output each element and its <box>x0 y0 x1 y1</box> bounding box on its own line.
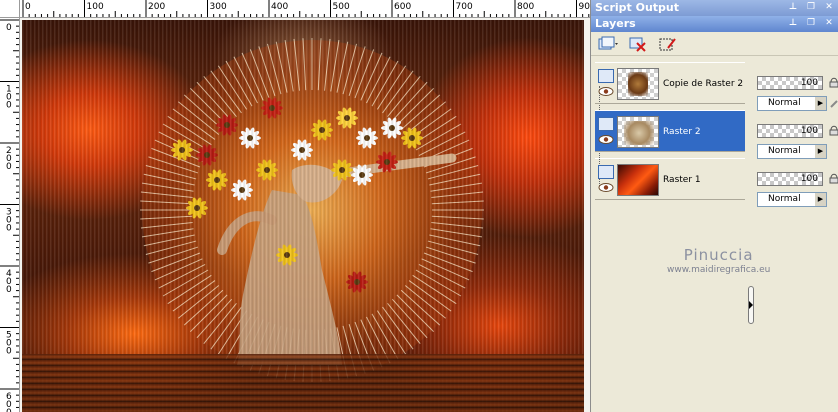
layer-thumbnail <box>617 164 659 196</box>
restore-icon[interactable]: ❐ <box>806 18 816 29</box>
ruler-label: 0 <box>6 347 12 357</box>
opacity-slider[interactable]: 100 <box>757 124 823 138</box>
watermark-url: www.maidiregrafica.eu <box>667 265 771 275</box>
ruler-label: 400 <box>271 2 288 12</box>
watermark: Pinuccia www.maidiregrafica.eu <box>667 246 770 275</box>
ruler-label: 800 <box>517 2 534 12</box>
close-icon[interactable]: ✕ <box>824 2 834 13</box>
canvas-image[interactable] <box>22 20 584 412</box>
layer-name: Copie de Raster 2 <box>663 79 744 89</box>
horizontal-ruler-ticks: 0 100 200 300 400 500 600 700 800 900 <box>22 0 591 17</box>
opacity-value: 100 <box>800 78 818 88</box>
opacity-slider[interactable]: 100 <box>757 76 823 90</box>
opacity-value: 100 <box>800 126 818 136</box>
layers-toolbar <box>591 32 838 56</box>
document-canvas-area: 0 100 200 300 400 500 600 700 800 900 0 100 200 300 4… <box>0 0 590 412</box>
ruler-label: 100 <box>87 2 104 12</box>
ruler-label: 0 <box>6 224 12 234</box>
layer-properties-raster-1: 100 Normal ▶ <box>755 162 838 210</box>
restore-icon[interactable]: ❐ <box>806 2 816 13</box>
blend-mode-value: Normal <box>768 98 801 108</box>
layer-name: Raster 1 <box>663 175 701 185</box>
ruler-label: 0 <box>6 408 12 412</box>
blend-mode-select[interactable]: Normal ▶ <box>757 192 827 207</box>
script-output-title-bar[interactable]: Script Output ⊥ ❐ ✕ <box>591 0 838 16</box>
app-window: 0 100 200 300 400 500 600 700 800 900 0 100 200 300 4… <box>0 0 838 412</box>
lock-icon[interactable] <box>829 76 838 88</box>
layer-row-raster-1[interactable]: Raster 1 <box>595 158 745 200</box>
panel-splitter-handle[interactable] <box>748 286 754 324</box>
blend-mode-select[interactable]: Normal ▶ <box>757 96 827 111</box>
ruler-label: 0 <box>6 101 12 111</box>
layer-properties-copie-de-raster-2: 100 Normal ▶ <box>755 66 838 114</box>
image-water-reflection <box>22 354 584 412</box>
lock-icon[interactable] <box>829 124 838 136</box>
ruler-label: 200 <box>148 2 165 12</box>
close-icon[interactable]: ✕ <box>824 18 834 29</box>
visibility-eye-icon[interactable] <box>598 135 614 144</box>
visibility-eye-icon[interactable] <box>598 87 614 96</box>
raster-layer-icon <box>598 69 614 83</box>
layer-name: Raster 2 <box>663 127 701 137</box>
layer-properties-raster-2: 100 Normal ▶ <box>755 114 838 162</box>
ruler-label: 900 <box>579 2 591 12</box>
collapse-arrow-icon <box>749 301 753 309</box>
horizontal-ruler: 0 100 200 300 400 500 600 700 800 900 <box>20 0 590 18</box>
ruler-label: 300 <box>210 2 227 12</box>
vertical-ruler-ticks: 0100200300400500600 <box>0 19 19 412</box>
blend-mode-value: Normal <box>768 194 801 204</box>
chevron-right-icon[interactable]: ▶ <box>815 145 826 158</box>
delete-layer-icon <box>629 37 646 52</box>
visibility-eye-icon[interactable] <box>598 183 614 192</box>
layer-row-copie-de-raster-2[interactable]: Copie de Raster 2 <box>595 62 745 104</box>
layers-list: Copie de Raster 2 Raster 2 Raster 1 <box>595 58 755 412</box>
blend-mode-select[interactable]: Normal ▶ <box>757 144 827 159</box>
blend-mode-value: Normal <box>768 146 801 156</box>
vertical-ruler: 0100200300400500600 <box>0 18 20 412</box>
new-layer-icon <box>598 36 618 49</box>
opacity-value: 100 <box>800 174 818 184</box>
raster-layer-icon <box>598 117 614 131</box>
layer-thumbnail <box>617 68 659 100</box>
link-icon[interactable] <box>829 98 838 110</box>
layer-thumbnail <box>617 116 659 148</box>
raster-layer-icon <box>598 165 614 179</box>
new-layer-button[interactable] <box>595 34 621 54</box>
chevron-right-icon[interactable]: ▶ <box>815 193 826 206</box>
layers-title-bar[interactable]: Layers ⊥ ❐ ✕ <box>591 16 838 32</box>
chevron-right-icon[interactable]: ▶ <box>815 97 826 110</box>
watermark-name: Pinuccia <box>683 246 754 264</box>
edit-selection-button[interactable] <box>655 34 681 54</box>
layers-title: Layers <box>595 17 636 30</box>
ruler-label: 500 <box>333 2 350 12</box>
ruler-label: 0 <box>25 2 31 12</box>
pin-icon[interactable]: ⊥ <box>788 2 798 13</box>
script-output-title: Script Output <box>595 1 680 14</box>
ruler-label: 0 <box>6 162 12 172</box>
ruler-label: 0 <box>6 23 12 33</box>
layer-row-raster-2[interactable]: Raster 2 <box>595 110 745 152</box>
ruler-label: 600 <box>394 2 411 12</box>
ruler-corner <box>0 0 20 18</box>
lock-icon[interactable] <box>829 172 838 184</box>
edit-selection-icon <box>659 37 676 50</box>
ruler-label: 0 <box>6 285 12 295</box>
pin-icon[interactable]: ⊥ <box>788 18 798 29</box>
opacity-slider[interactable]: 100 <box>757 172 823 186</box>
delete-layer-button[interactable] <box>625 34 651 54</box>
right-panel: Script Output ⊥ ❐ ✕ Layers ⊥ ❐ ✕ Copie d… <box>590 0 838 412</box>
ruler-label: 700 <box>456 2 473 12</box>
